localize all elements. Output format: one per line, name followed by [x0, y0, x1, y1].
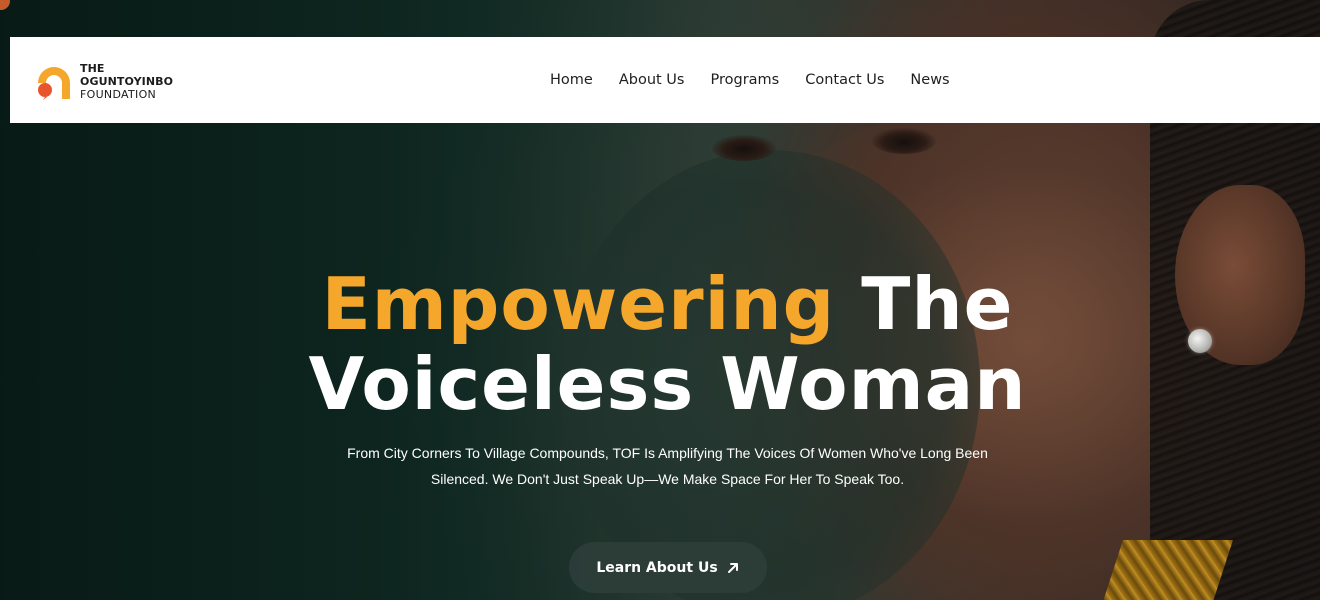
- cta-label: Learn About Us: [596, 559, 718, 576]
- foundation-logo-icon: [34, 61, 74, 101]
- hero-subtext-line2: Silenced. We Don't Just Speak Up—We Make…: [430, 471, 905, 487]
- top-navbar: THE OGUNTOYINBO FOUNDATION Home About Us…: [10, 37, 1320, 123]
- hero-headline-line1: Empowering The: [0, 262, 1320, 346]
- nav-link-about-us[interactable]: About Us: [619, 72, 685, 88]
- nav-link-contact-us[interactable]: Contact Us: [805, 72, 884, 88]
- headline-word-the: The: [861, 262, 1014, 346]
- learn-about-us-button[interactable]: Learn About Us: [569, 542, 767, 593]
- brand-name: THE OGUNTOYINBO FOUNDATION: [80, 62, 173, 101]
- portrait-eye-left: [712, 135, 776, 161]
- brand-logo[interactable]: THE OGUNTOYINBO FOUNDATION: [34, 61, 173, 101]
- portrait-eye-right: [872, 128, 936, 154]
- brand-name-line1: THE: [80, 61, 105, 75]
- headline-accent-word: Empowering: [321, 262, 836, 346]
- arrow-up-right-icon: [726, 561, 740, 575]
- nav-link-news[interactable]: News: [910, 72, 949, 88]
- brand-name-line2: OGUNTOYINBO: [80, 74, 174, 88]
- nav-menu: Home About Us Programs Contact Us News: [550, 37, 976, 123]
- nav-link-home[interactable]: Home: [550, 72, 593, 88]
- hero-subtext-line1: From City Corners To Village Compounds, …: [347, 445, 988, 461]
- nav-link-programs[interactable]: Programs: [710, 72, 779, 88]
- brand-name-line3: FOUNDATION: [80, 87, 157, 101]
- hero-headline-line2: Voiceless Woman: [308, 342, 1027, 426]
